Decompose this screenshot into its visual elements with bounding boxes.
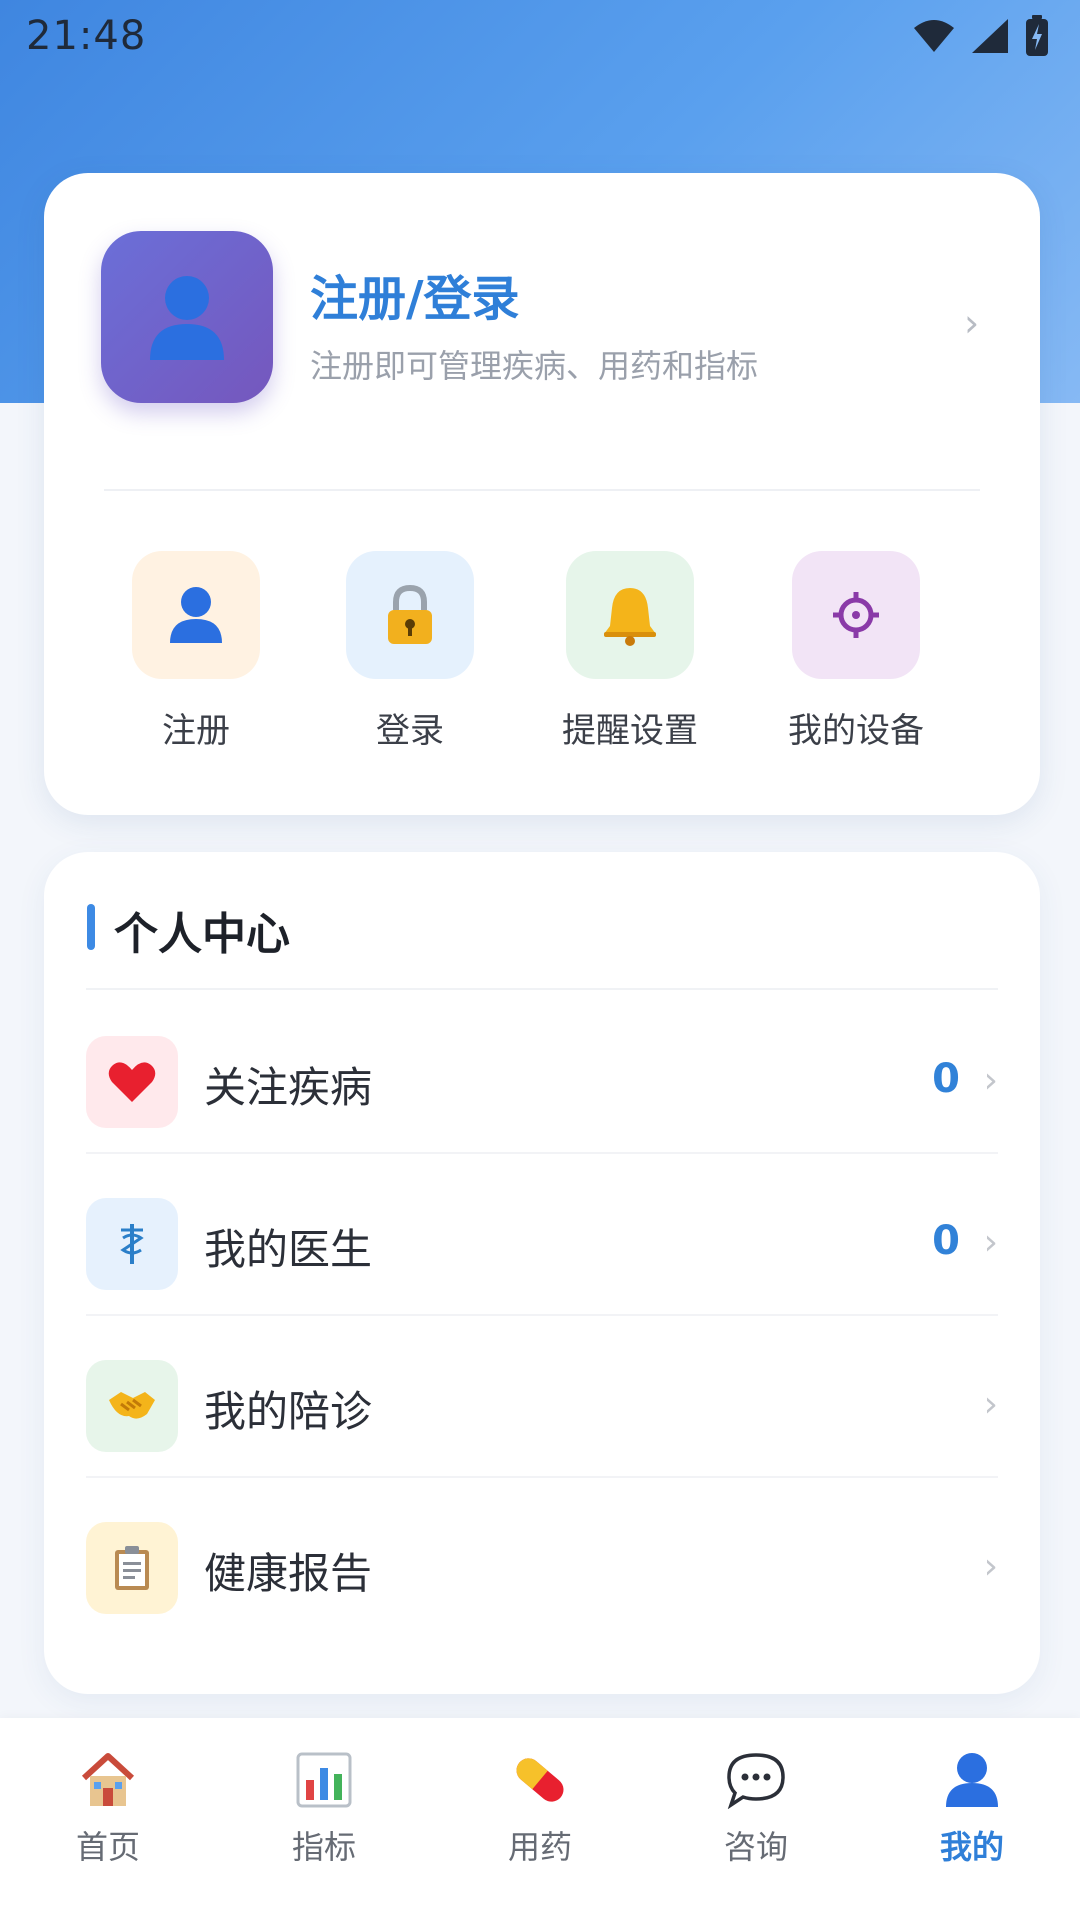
heart-tile <box>86 1036 178 1128</box>
profile-icon <box>940 1748 1004 1812</box>
lock-icon <box>388 584 432 644</box>
home-icon <box>76 1748 140 1812</box>
status-bar: 21:48 <box>0 0 1080 72</box>
list-item-my-doctors[interactable]: 我的医生 0 › <box>86 1154 998 1316</box>
quick-action-register[interactable]: 注册 <box>96 551 296 752</box>
section-accent-bar <box>87 904 95 950</box>
doctor-tile <box>86 1198 178 1290</box>
list-item-count: 0 <box>932 1218 960 1264</box>
register-tile[interactable] <box>132 551 260 679</box>
heart-icon <box>108 1062 156 1102</box>
tab-label: 首页 <box>75 1828 140 1866</box>
bottom-tab-bar: 首页 指标 用药 咨询 我的 <box>0 1718 1080 1920</box>
section-title: 个人中心 <box>114 909 290 960</box>
quick-action-label: 我的设备 <box>788 711 924 751</box>
tab-medication[interactable]: 用药 <box>432 1718 648 1888</box>
avatar-user-icon <box>150 276 224 360</box>
quick-action-devices[interactable]: 我的设备 <box>756 551 956 752</box>
tab-label: 指标 <box>291 1828 356 1866</box>
list-item-followed-diseases[interactable]: 关注疾病 0 › <box>86 992 998 1154</box>
personal-center-card: 个人中心 关注疾病 0 › 我的医生 0 › 我的陪诊 › 健康报告 › <box>44 852 1040 1694</box>
list-item-label: 我的医生 <box>204 1225 373 1274</box>
list-item-label: 我的陪诊 <box>204 1387 373 1436</box>
escort-tile <box>86 1360 178 1452</box>
divider <box>104 489 980 491</box>
login-title[interactable]: 注册/登录 <box>310 259 520 329</box>
list-item-health-report[interactable]: 健康报告 › <box>86 1478 998 1640</box>
clipboard-icon <box>115 1546 149 1590</box>
tab-home[interactable]: 首页 <box>0 1718 216 1888</box>
report-tile <box>86 1522 178 1614</box>
device-gear-icon <box>833 592 879 638</box>
battery-icon <box>1026 15 1048 56</box>
quick-action-label: 登录 <box>376 711 444 751</box>
status-icons <box>912 15 1050 57</box>
medical-staff-icon <box>120 1224 144 1264</box>
login-subtitle: 注册即可管理疾病、用药和指标 <box>310 347 759 385</box>
divider <box>86 988 998 990</box>
list-item-label: 健康报告 <box>204 1549 373 1598</box>
quick-action-label: 提醒设置 <box>562 711 698 751</box>
chart-icon <box>292 1748 356 1812</box>
chat-icon <box>724 1748 788 1812</box>
quick-action-reminder[interactable]: 提醒设置 <box>530 551 730 752</box>
chevron-right-icon: › <box>983 1546 998 1587</box>
chevron-right-icon: › <box>983 1060 998 1101</box>
status-time: 21:48 <box>26 13 147 59</box>
quick-action-label: 注册 <box>162 711 230 751</box>
avatar[interactable] <box>101 231 273 403</box>
tab-profile[interactable]: 我的 <box>864 1718 1080 1888</box>
chevron-right-icon[interactable]: › <box>964 301 979 345</box>
quick-action-login[interactable]: 登录 <box>310 551 510 752</box>
tab-label: 我的 <box>939 1828 1004 1866</box>
handshake-icon <box>109 1392 155 1419</box>
pill-icon <box>508 1748 572 1812</box>
list-item-count: 0 <box>932 1056 960 1102</box>
tab-label: 用药 <box>507 1828 572 1866</box>
tab-label: 咨询 <box>723 1828 788 1866</box>
reminder-tile[interactable] <box>566 551 694 679</box>
devices-tile[interactable] <box>792 551 920 679</box>
list-item-my-escort[interactable]: 我的陪诊 › <box>86 1316 998 1478</box>
tab-consult[interactable]: 咨询 <box>648 1718 864 1888</box>
tab-metrics[interactable]: 指标 <box>216 1718 432 1888</box>
chevron-right-icon: › <box>983 1384 998 1425</box>
list-item-label: 关注疾病 <box>204 1063 373 1112</box>
login-tile[interactable] <box>346 551 474 679</box>
bell-icon <box>604 588 656 646</box>
profile-card[interactable]: 注册/登录 注册即可管理疾病、用药和指标 › 注册 登录 提醒设置 我的设备 <box>44 173 1040 815</box>
user-icon <box>170 587 222 643</box>
chevron-right-icon: › <box>983 1222 998 1263</box>
signal-icon <box>972 19 1008 53</box>
wifi-icon <box>914 20 954 52</box>
